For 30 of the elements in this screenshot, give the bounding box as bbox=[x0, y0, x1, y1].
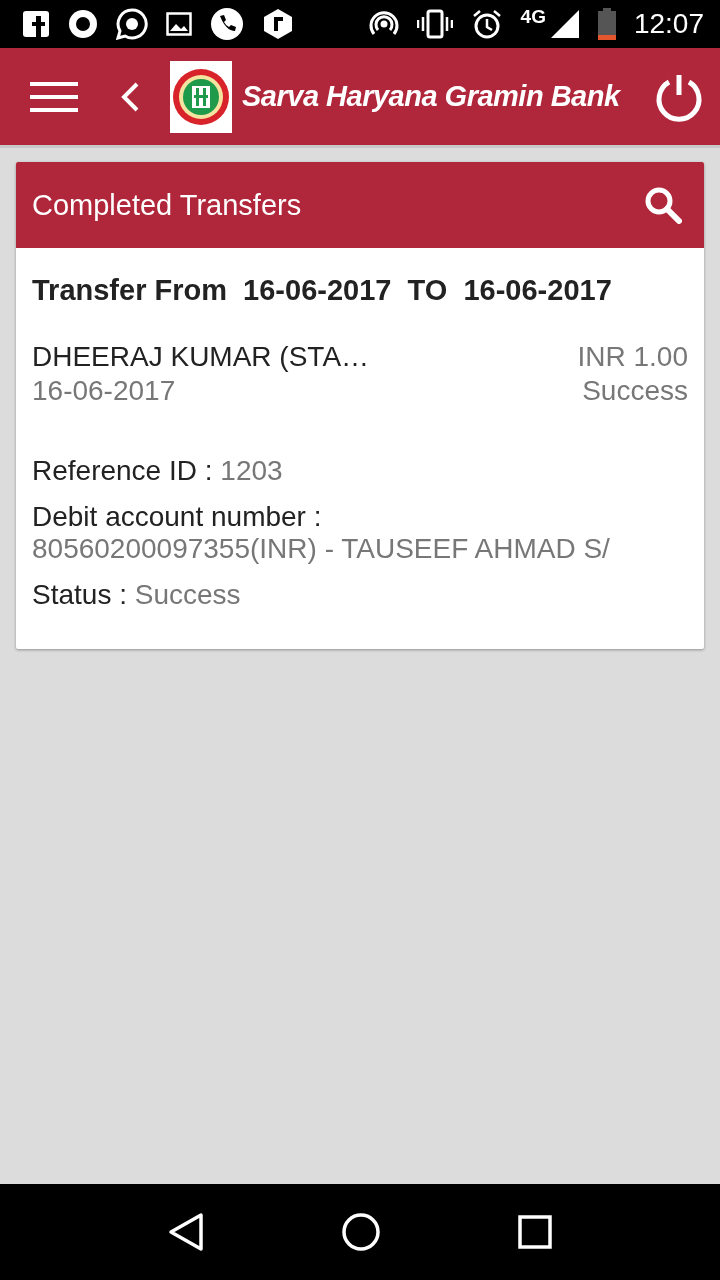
back-triangle-icon[interactable] bbox=[168, 1212, 205, 1252]
detail-value: 80560200097355(INR) - TAUSEEF AHMAD S/ bbox=[32, 533, 611, 565]
network-type: 4G bbox=[520, 6, 546, 28]
recents-square-icon[interactable] bbox=[517, 1215, 552, 1249]
chat-bubble-icon bbox=[116, 8, 148, 40]
phone-icon bbox=[210, 7, 244, 41]
hexagon-app-icon bbox=[262, 8, 294, 40]
image-icon bbox=[166, 12, 192, 36]
detail-value: Success bbox=[134, 579, 241, 610]
back-icon[interactable] bbox=[120, 80, 140, 113]
home-circle-icon[interactable] bbox=[341, 1212, 381, 1252]
clock-time: 12:07 bbox=[633, 8, 704, 40]
vibrate-icon bbox=[416, 9, 453, 39]
date-range-heading: Transfer From 16-06-2017 TO 16-06-2017 bbox=[32, 274, 613, 307]
ring-app-icon bbox=[68, 9, 98, 39]
transfer-status: Success bbox=[582, 375, 688, 407]
menu-icon[interactable] bbox=[30, 80, 78, 113]
card-title: Completed Transfers bbox=[32, 188, 302, 222]
detail-label: Debit account number : bbox=[32, 501, 322, 532]
square-app-icon bbox=[22, 10, 50, 38]
transfer-amount: INR 1.00 bbox=[577, 341, 688, 373]
transfer-date: 16-06-2017 bbox=[32, 375, 177, 407]
battery-icon bbox=[597, 8, 616, 40]
detail-value: 1203 bbox=[220, 455, 283, 486]
detail-label: Status : bbox=[32, 579, 127, 610]
bank-name: Sarva Haryana Gramin Bank bbox=[242, 80, 622, 113]
detail-label: Reference ID : bbox=[32, 455, 213, 486]
payee-name: DHEERAJ KUMAR (STA… bbox=[32, 341, 370, 373]
signal-icon bbox=[549, 9, 580, 39]
search-icon[interactable] bbox=[644, 186, 682, 224]
